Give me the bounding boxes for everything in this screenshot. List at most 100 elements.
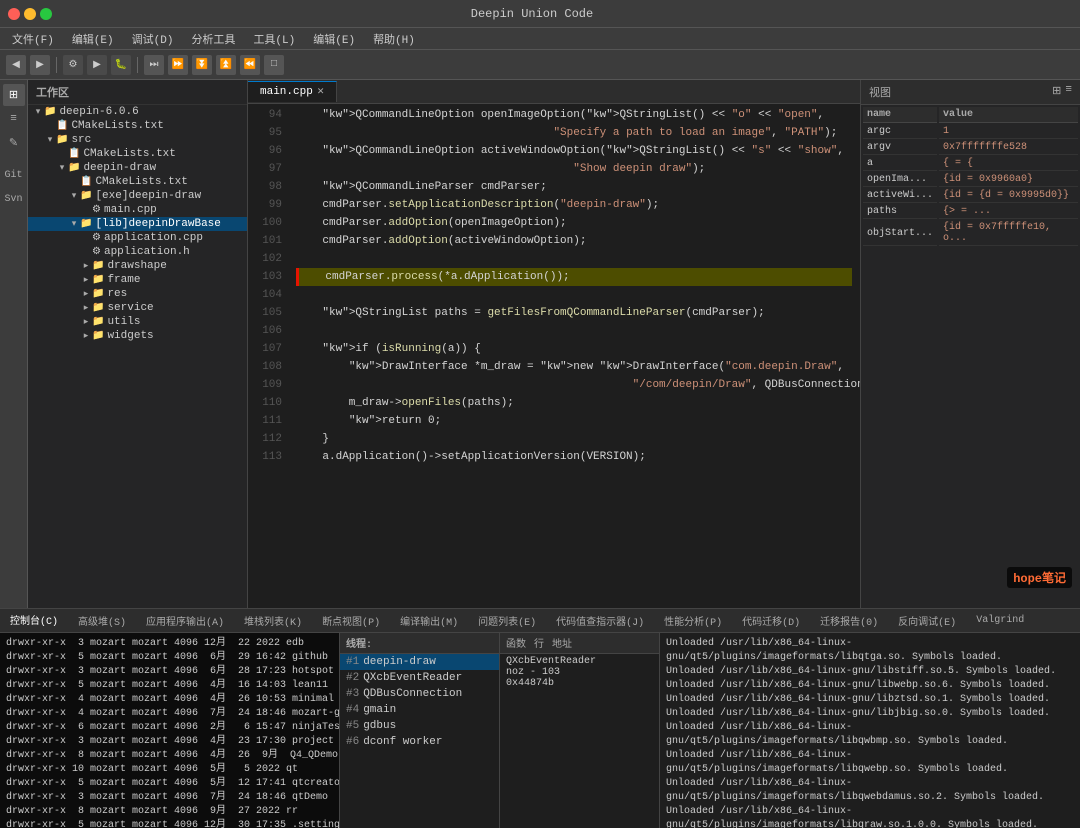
sidebar-icon-explorer[interactable]: ⊞	[3, 84, 25, 106]
terminal-line-0: drwxr-xr-x 3 mozart mozart 4096 12月 22 2…	[6, 637, 333, 651]
toolbar-back[interactable]: ◀	[6, 55, 26, 75]
line-number-96: 96	[248, 142, 282, 160]
explorer-item-9[interactable]: ⚙application.cpp	[28, 231, 247, 245]
explorer-item-15[interactable]: ▸📁utils	[28, 315, 247, 329]
var-row-2[interactable]: a{ = {	[863, 157, 1078, 171]
code-editor[interactable]: "kw">QCommandLineOption openImageOption(…	[288, 104, 860, 608]
explorer-item-6[interactable]: ▾📁[exe]deepin-draw	[28, 189, 247, 203]
tab-close-icon[interactable]: ✕	[317, 87, 325, 97]
var-row-5[interactable]: paths{> = ...	[863, 205, 1078, 219]
line-number-109: 109	[248, 376, 282, 394]
bottom-tab-2[interactable]: 应用程序输出(A)	[136, 609, 234, 633]
bottom-tab-7[interactable]: 代码值查指示器(J)	[546, 609, 654, 633]
toolbar-build[interactable]: ⚙	[63, 55, 83, 75]
explorer-item-5[interactable]: 📋CMakeLists.txt	[28, 175, 247, 189]
terminal-line-10: drwxr-xr-x 5 mozart mozart 4096 5月 12 17…	[6, 777, 333, 791]
terminal-panel[interactable]: drwxr-xr-x 3 mozart mozart 4096 12月 22 2…	[0, 633, 340, 828]
toolbar-run[interactable]: ▶	[87, 55, 107, 75]
explorer-item-2[interactable]: ▾📁src	[28, 133, 247, 147]
menu-help[interactable]: 帮助(H)	[365, 29, 423, 49]
explorer-item-4[interactable]: ▾📁deepin-draw	[28, 161, 247, 175]
output-line-8: Unloaded /usr/lib/x86_64-linux-gnu/qt5/p…	[666, 805, 1074, 828]
terminal-line-13: drwxr-xr-x 5 mozart mozart 4096 12月 30 1…	[6, 819, 333, 828]
tree-file-icon-13: 📁	[92, 288, 104, 300]
menu-edit[interactable]: 编辑(E)	[64, 29, 122, 49]
explorer-item-13[interactable]: ▸📁res	[28, 287, 247, 301]
explorer-item-7[interactable]: ⚙main.cpp	[28, 203, 247, 217]
bottom-tab-9[interactable]: 代码迁移(D)	[732, 609, 810, 633]
output-line-6: Unloaded /usr/lib/x86_64-linux-gnu/qt5/p…	[666, 749, 1074, 777]
bottom-tab-5[interactable]: 编译输出(M)	[390, 609, 468, 633]
bottom-tab-4[interactable]: 断点视图(P)	[312, 609, 390, 633]
stack-item-5[interactable]: #6dconf worker	[340, 734, 499, 750]
explorer-item-16[interactable]: ▸📁widgets	[28, 329, 247, 343]
stack-item-1[interactable]: #2QXcbEventReader	[340, 670, 499, 686]
tree-label-11: drawshape	[107, 260, 166, 272]
terminal-line-1: drwxr-xr-x 5 mozart mozart 4096 6月 29 16…	[6, 651, 333, 665]
explorer-item-1[interactable]: 📋CMakeLists.txt	[28, 119, 247, 133]
explorer-item-0[interactable]: ▾📁deepin-6.0.6	[28, 105, 247, 119]
stack-item-4[interactable]: #5gdbus	[340, 718, 499, 734]
toolbar-step-in[interactable]: ⏬	[192, 55, 212, 75]
bottom-tab-12[interactable]: Valgrind	[966, 611, 1034, 630]
stack-item-2[interactable]: #3QDBusConnection	[340, 686, 499, 702]
sidebar-icon-svn[interactable]: Svn	[3, 188, 25, 210]
explorer-tree: ▾📁deepin-6.0.6📋CMakeLists.txt▾📁src📋CMake…	[28, 105, 247, 608]
menu-file[interactable]: 文件(F)	[4, 29, 62, 49]
close-btn[interactable]	[8, 8, 20, 20]
sidebar-icon-outline[interactable]: ≡	[3, 108, 25, 130]
tree-file-icon-4: 📁	[68, 162, 80, 174]
var-row-6[interactable]: objStart...{id = 0x7fffffe10, o...	[863, 221, 1078, 246]
bottom-tab-0[interactable]: 控制台(C)	[0, 609, 68, 633]
bottom-tab-8[interactable]: 性能分析(P)	[654, 609, 732, 633]
toolbar-forward[interactable]: ▶	[30, 55, 50, 75]
explorer-item-14[interactable]: ▸📁service	[28, 301, 247, 315]
toolbar-continue[interactable]: ⏭	[144, 55, 164, 75]
terminal-line-8: drwxr-xr-x 8 mozart mozart 4096 4月 26 9月…	[6, 749, 333, 763]
toolbar-step-over[interactable]: ⏩	[168, 55, 188, 75]
bottom-tab-11[interactable]: 反向调试(E)	[888, 609, 966, 633]
toolbar-stop[interactable]: ⏪	[240, 55, 260, 75]
editor-tab-main-cpp[interactable]: main.cpp ✕	[248, 81, 337, 102]
sidebar-icon-git[interactable]: Git	[3, 164, 25, 186]
toolbar-reset[interactable]: □	[264, 55, 284, 75]
explorer-item-11[interactable]: ▸📁drawshape	[28, 259, 247, 273]
var-col-name: name	[863, 107, 937, 123]
var-row-3[interactable]: openIma...{id = 0x9960a0}	[863, 173, 1078, 187]
explorer-item-12[interactable]: ▸📁frame	[28, 273, 247, 287]
code-line-109: "/com/deepin/Draw", QDBusConnection::ses…	[296, 376, 852, 394]
code-line-96: "kw">QCommandLineOption activeWindowOpti…	[296, 142, 852, 160]
explorer-item-3[interactable]: 📋CMakeLists.txt	[28, 147, 247, 161]
var-row-1[interactable]: argv0x7fffffffe528	[863, 141, 1078, 155]
stack-item-0[interactable]: #1deepin-draw	[340, 654, 499, 670]
terminal-line-3: drwxr-xr-x 5 mozart mozart 4096 4月 16 14…	[6, 679, 333, 693]
panel-icon-1[interactable]: ⊞	[1052, 84, 1061, 100]
sidebar-icon-edit[interactable]: ✎	[3, 132, 25, 154]
toolbar-debug[interactable]: 🐛	[111, 55, 131, 75]
stack-label-5: dconf worker	[363, 736, 442, 748]
menu-tools[interactable]: 工具(L)	[245, 29, 303, 49]
stack-num-1: #2	[346, 672, 359, 684]
bottom-tab-10[interactable]: 迁移报告(0)	[810, 609, 888, 633]
menu-analyze[interactable]: 分析工具	[183, 29, 243, 49]
toolbar-step-out[interactable]: ⏫	[216, 55, 236, 75]
var-value-2: { = {	[939, 157, 1078, 171]
var-name-0: argc	[863, 125, 937, 139]
menu-build[interactable]: 编辑(E)	[305, 29, 363, 49]
var-row-4[interactable]: activeWi...{id = {d = 0x9995d0}}	[863, 189, 1078, 203]
bottom-tab-6[interactable]: 问题列表(E)	[468, 609, 546, 633]
maximize-btn[interactable]	[40, 8, 52, 20]
stack-item-3[interactable]: #4gmain	[340, 702, 499, 718]
code-line-97: "Show deepin draw");	[296, 160, 852, 178]
panel-icon-2[interactable]: ≡	[1065, 84, 1072, 100]
menu-debug[interactable]: 调试(D)	[124, 29, 182, 49]
var-row-0[interactable]: argc1	[863, 125, 1078, 139]
bottom-tab-3[interactable]: 堆栈列表(K)	[234, 609, 312, 633]
tree-label-13: res	[107, 288, 127, 300]
explorer-item-8[interactable]: ▾📁[lib]deepinDrawBase	[28, 217, 247, 231]
tree-label-9: application.cpp	[104, 232, 203, 244]
editor-content: 9495969798991001011021031041051061071081…	[248, 104, 860, 608]
minimize-btn[interactable]	[24, 8, 36, 20]
explorer-item-10[interactable]: ⚙application.h	[28, 245, 247, 259]
bottom-tab-1[interactable]: 高级堆(S)	[68, 609, 136, 633]
